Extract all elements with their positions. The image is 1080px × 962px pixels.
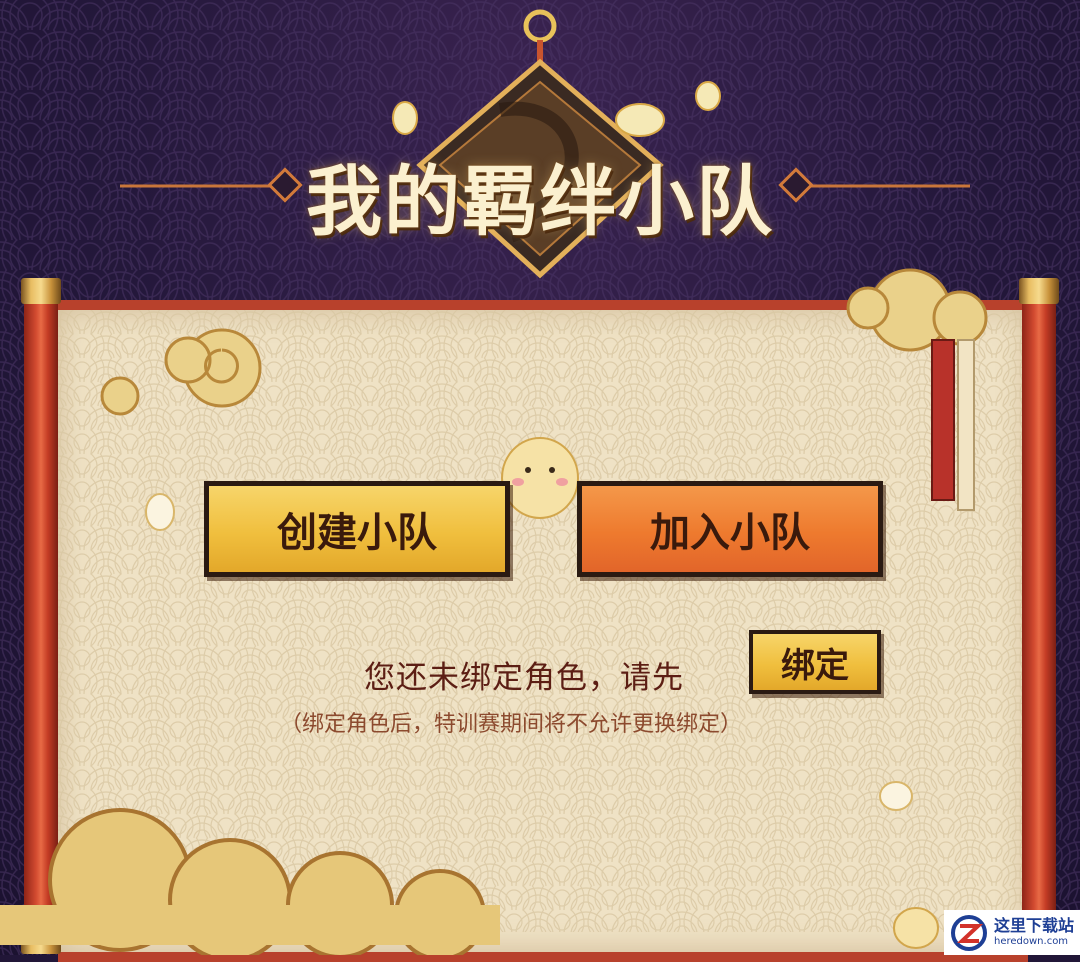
bind-character-button[interactable]: 绑定 <box>749 630 881 694</box>
decor-layer <box>0 268 988 955</box>
cloud-icon <box>846 268 988 352</box>
watermark: 这里下载站 heredown.com <box>944 910 1080 955</box>
bind-notice-text: 您还未绑定角色，请先 <box>364 660 684 696</box>
mascot-icon <box>893 907 939 949</box>
bind-warning-text: （绑定角色后，特训赛期间将不允许更换绑定） <box>280 712 743 737</box>
cloud-icon <box>100 328 262 416</box>
ribbon-icon <box>931 339 975 511</box>
join-team-button[interactable]: 加入小队 <box>577 481 883 577</box>
heredown-logo-icon <box>951 914 987 951</box>
watermark-en-text: heredown.com <box>994 936 1069 947</box>
cloud-icon <box>0 808 500 955</box>
mascot-icon <box>501 437 579 519</box>
create-team-button[interactable]: 创建小队 <box>204 481 510 577</box>
watermark-cn-text: 这里下载站 <box>994 916 1075 935</box>
